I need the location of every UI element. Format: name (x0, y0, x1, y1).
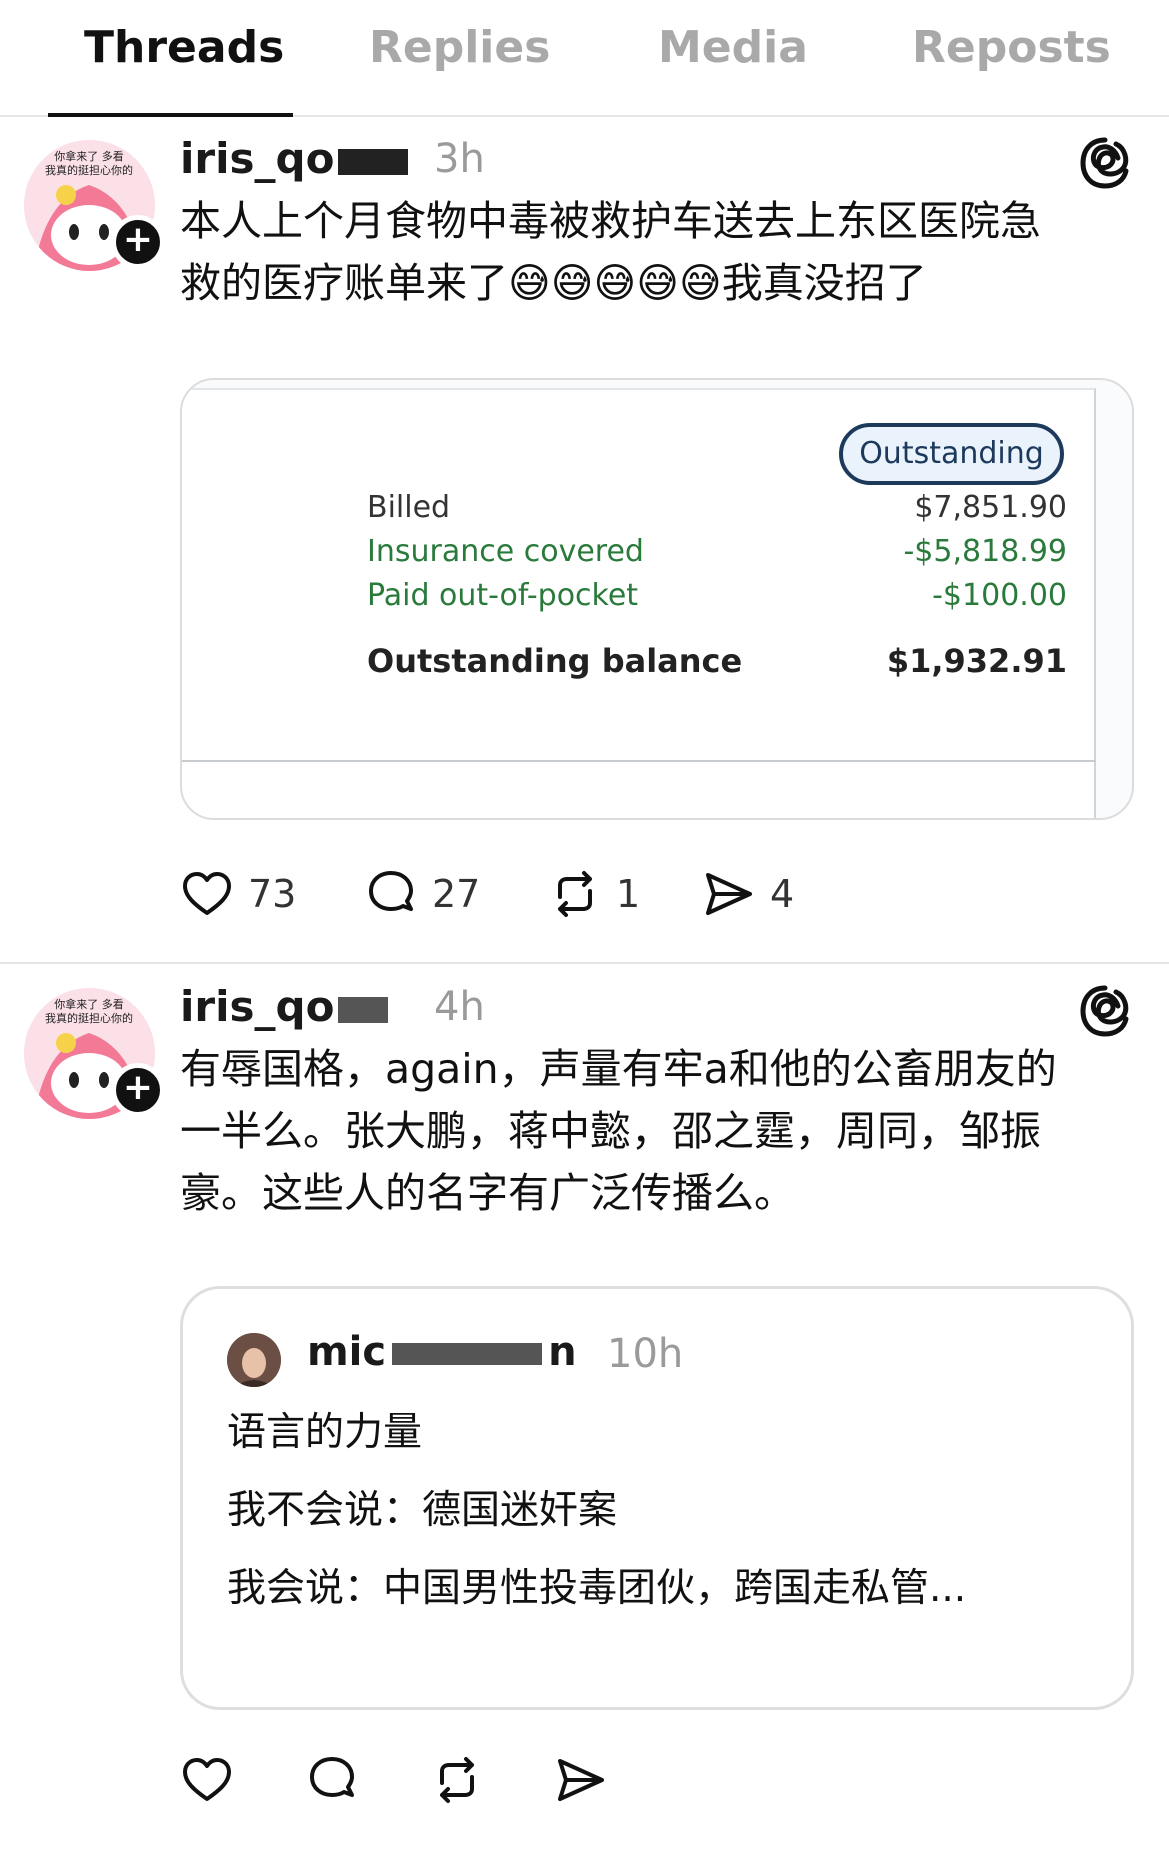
like-count: 73 (248, 872, 297, 916)
repost-button[interactable] (430, 1750, 484, 1810)
username[interactable]: iris_qo (180, 134, 409, 183)
quoted-text-line: 我会说：中国男性投毒团伙，跨国走私管... (227, 1566, 967, 1611)
outstanding-badge: Outstanding (839, 423, 1064, 485)
like-button[interactable]: 73 (180, 864, 296, 924)
bill-value: $7,851.90 (914, 490, 1067, 525)
avatar-caption-1: 你拿来了 多看 (54, 997, 124, 1011)
quoted-username[interactable]: mic n (307, 1329, 577, 1375)
post-time: 4h (434, 984, 485, 1030)
bill-label: Billed (367, 490, 451, 525)
heart-icon (183, 1758, 231, 1801)
threads-logo-icon[interactable] (1078, 136, 1132, 190)
threads-logo-icon[interactable] (1078, 984, 1132, 1038)
quoted-post-card[interactable]: mic n 10h 语言的力量 我不会说：德国迷奸案 我会说：中国男性投毒团伙，跨… (180, 1286, 1134, 1710)
comment-icon (369, 871, 413, 911)
redaction-mark (392, 1343, 543, 1365)
thread-post: 你拿来了 多看 我真的挺担心你的 + iris_qo 3h 本人上个月食物中毒被… (0, 118, 1169, 964)
post-text-line: 救的医疗账单来了😅😅😅😅😅我真没招了 (180, 259, 927, 307)
bill-label: Paid out-of-pocket (367, 578, 639, 613)
post-text-line: 豪。这些人的名字有广泛传播么。 (180, 1169, 795, 1217)
quoted-avatar[interactable] (227, 1333, 281, 1387)
quoted-time: 10h (607, 1331, 684, 1377)
repost-icon (440, 1757, 474, 1803)
profile-tabs: Threads Replies Media Reposts (0, 0, 1169, 117)
divider (182, 760, 1096, 762)
bill-label: Insurance covered (367, 534, 644, 569)
post-actions (180, 1750, 880, 1810)
post-time: 3h (434, 136, 485, 182)
bill-screenshot-card[interactable]: Outstanding Billed $7,851.90 Insurance c… (180, 378, 1134, 820)
follow-plus-button[interactable]: + (111, 1063, 165, 1117)
like-button[interactable] (180, 1750, 234, 1810)
redaction-mark (338, 996, 389, 1023)
comment-icon (310, 1757, 354, 1797)
tab-reposts[interactable]: Reposts (912, 22, 1111, 73)
post-body: 本人上个月食物中毒被救护车送去上东区医院急 救的医疗账单来了😅😅😅😅😅我真没招了 (180, 190, 1140, 314)
total-label: Outstanding balance (367, 642, 743, 680)
thread-post: 你拿来了 多看 我真的挺担心你的 + iris_qo 4h 有辱国格，again… (0, 966, 1169, 1850)
quoted-text-line: 语言的力量 (227, 1410, 423, 1455)
bill-value: -$100.00 (932, 578, 1067, 613)
total-value: $1,932.91 (886, 642, 1067, 680)
active-tab-indicator (48, 113, 293, 117)
post-body: 有辱国格，again，声量有牢a和他的公畜朋友的 一半么。张大鹏，蒋中懿，邵之霆… (180, 1038, 1140, 1224)
bill-value: -$5,818.99 (903, 534, 1067, 569)
quoted-text-line: 我不会说：德国迷奸案 (227, 1488, 618, 1533)
redaction-mark (338, 148, 409, 175)
follow-plus-button[interactable]: + (111, 215, 165, 269)
post-actions: 73 27 1 4 (180, 864, 880, 924)
post-text-line: 本人上个月食物中毒被救护车送去上东区医院急 (180, 197, 1041, 245)
avatar-caption-1: 你拿来了 多看 (54, 149, 124, 163)
repost-icon (558, 871, 592, 917)
bill-panel: Outstanding Billed $7,851.90 Insurance c… (182, 388, 1096, 818)
repost-count: 1 (616, 872, 641, 916)
tab-replies[interactable]: Replies (369, 22, 550, 73)
reply-count: 27 (432, 872, 481, 916)
share-button[interactable] (554, 1750, 608, 1810)
reply-button[interactable] (305, 1750, 359, 1810)
share-button[interactable]: 4 (702, 864, 794, 924)
tab-threads[interactable]: Threads (84, 22, 284, 73)
profile-photo-image (227, 1333, 281, 1387)
post-text-line: 有辱国格，again，声量有牢a和他的公畜朋友的 (180, 1045, 1057, 1093)
send-icon (706, 873, 752, 915)
avatar-caption-2: 我真的挺担心你的 (45, 163, 133, 177)
repost-button[interactable]: 1 (548, 864, 640, 924)
username[interactable]: iris_qo (180, 982, 389, 1031)
heart-icon (183, 872, 231, 915)
tab-media[interactable]: Media (658, 22, 808, 73)
share-count: 4 (770, 872, 795, 916)
avatar-caption-2: 我真的挺担心你的 (45, 1011, 133, 1025)
send-icon (558, 1759, 604, 1801)
reply-button[interactable]: 27 (364, 864, 480, 924)
post-text-line: 一半么。张大鹏，蒋中懿，邵之霆，周同，邹振 (180, 1107, 1041, 1155)
